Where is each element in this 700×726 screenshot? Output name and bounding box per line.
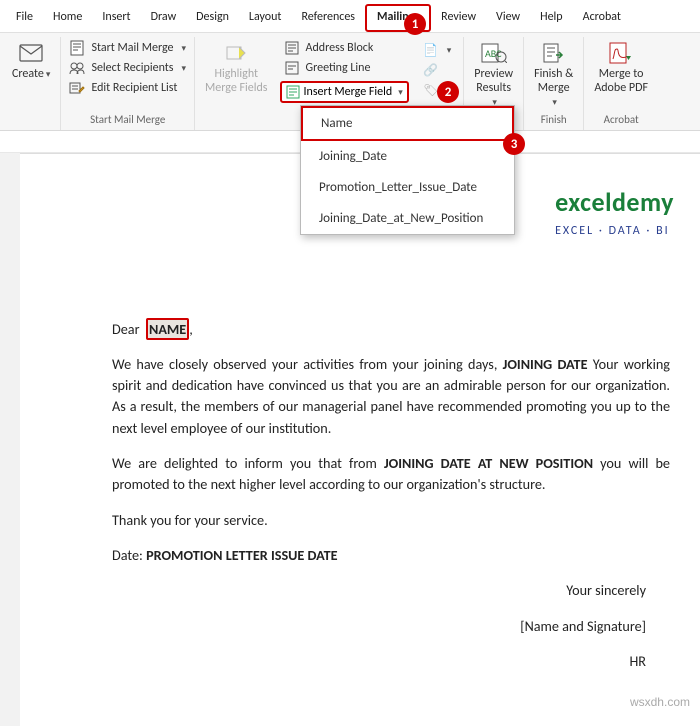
address-block-icon [284, 40, 300, 56]
vertical-ruler[interactable] [0, 153, 20, 726]
dropdown-item-joining_date[interactable]: Joining_Date [301, 141, 514, 172]
closing-signature: [Name and Signature] [112, 616, 670, 637]
insert-merge-field-label: Insert Merge Field [304, 85, 393, 99]
date-label: Date: [112, 546, 146, 564]
select-recipients-label: Select Recipients [91, 61, 173, 75]
menu-item-layout[interactable]: Layout [239, 6, 292, 30]
address-block-button[interactable]: Address Block [280, 39, 409, 57]
p2a: We are delighted to inform you that from [112, 454, 384, 472]
logo-title: exceldemy [555, 183, 674, 222]
highlight-label: Highlight Merge Fields [205, 67, 267, 96]
finish-label: Finish & Merge [534, 67, 573, 96]
menu-item-acrobat[interactable]: Acrobat [573, 6, 631, 30]
merge-field-icon [286, 85, 300, 99]
address-block-label: Address Block [306, 41, 374, 55]
start-mail-merge-button[interactable]: Start Mail Merge ▾ [65, 39, 190, 57]
callout-1: 1 [404, 13, 426, 35]
merge-adobe-button[interactable]: Merge to Adobe PDF [588, 39, 654, 111]
chevron-down-icon: ▾ [182, 63, 187, 74]
insert-merge-field-dropdown: NameJoining_DatePromotion_Letter_Issue_D… [300, 105, 515, 235]
logo-subtitle: EXCEL · DATA · BI [555, 222, 674, 240]
paragraph-2: We are delighted to inform you that from… [112, 453, 670, 496]
group-start-label: Start Mail Merge [65, 111, 190, 128]
merge-field-name[interactable]: NAME [146, 318, 189, 340]
preview-results-button[interactable]: ABC Preview Results ▾ [468, 39, 519, 111]
start-mail-merge-label: Start Mail Merge [91, 41, 173, 55]
preview-icon: ABC [480, 41, 508, 65]
comma: , [189, 320, 193, 338]
chevron-down-icon: ▾ [398, 87, 403, 98]
group-acrobat-label: Acrobat [588, 111, 654, 128]
callout-2: 2 [437, 81, 459, 103]
merge-field-joining-date: JOINING DATE [503, 355, 588, 373]
merge-field-issue-date: PROMOTION LETTER ISSUE DATE [146, 546, 338, 564]
group-create: Create▾ [2, 37, 61, 130]
dear-text: Dear [112, 320, 140, 338]
menu-item-draw[interactable]: Draw [141, 6, 187, 30]
menu-item-home[interactable]: Home [43, 6, 92, 30]
svg-text:ABC: ABC [485, 47, 502, 60]
merge-field-new-position-date: JOINING DATE AT NEW POSITION [384, 454, 593, 472]
greeting-line-button[interactable]: Greeting Line [280, 59, 409, 77]
dropdown-item-joining_date_at_new_position[interactable]: Joining_Date_at_New_Position [301, 203, 514, 234]
chevron-down-icon: ▾ [46, 69, 51, 80]
menu-item-references[interactable]: References [291, 6, 365, 30]
menu-item-file[interactable]: File [6, 6, 43, 30]
dropdown-item-name[interactable]: Name [301, 106, 514, 141]
highlight-icon [222, 41, 250, 65]
document-page[interactable]: exceldemy EXCEL · DATA · BI Dear NAME, W… [20, 153, 700, 726]
page-area: exceldemy EXCEL · DATA · BI Dear NAME, W… [0, 153, 700, 726]
create-label: Create [12, 67, 44, 81]
group-start-mail-merge: Start Mail Merge ▾ Select Recipients ▾ E… [61, 37, 195, 130]
pdf-icon [607, 41, 635, 65]
p1a: We have closely observed your activities… [112, 355, 503, 373]
match-icon: 🔗 [423, 62, 439, 78]
edit-recipient-list-button[interactable]: Edit Recipient List [65, 79, 190, 97]
group-finish-label: Finish [528, 111, 579, 128]
chevron-down-icon: ▾ [552, 98, 557, 109]
menu-item-help[interactable]: Help [530, 6, 573, 30]
group-create-label [6, 111, 56, 128]
paragraph-thanks: Thank you for your service. [112, 510, 670, 531]
greeting-line-label: Greeting Line [306, 61, 371, 75]
menu-item-design[interactable]: Design [186, 6, 239, 30]
chevron-down-icon: ▾ [447, 45, 452, 56]
create-button[interactable]: Create▾ [6, 39, 56, 111]
rules-icon: 📄 [423, 42, 439, 58]
envelope-icon [17, 41, 45, 65]
paragraph-1: We have closely observed your activities… [112, 354, 670, 439]
menu-item-insert[interactable]: Insert [92, 6, 140, 30]
rules-button[interactable]: 📄▾ [419, 41, 456, 59]
people-icon [69, 60, 85, 76]
greeting-icon [284, 60, 300, 76]
callout-3: 3 [503, 133, 525, 155]
menu-item-view[interactable]: View [486, 6, 530, 30]
finish-merge-button[interactable]: Finish & Merge ▾ [528, 39, 579, 111]
dropdown-item-promotion_letter_issue_date[interactable]: Promotion_Letter_Issue_Date [301, 172, 514, 203]
chevron-down-icon: ▾ [182, 43, 187, 54]
menu-item-review[interactable]: Review [431, 6, 486, 30]
closing-sincerely: Your sincerely [112, 580, 670, 601]
insert-merge-field-button[interactable]: Insert Merge Field ▾ [280, 81, 409, 103]
source-watermark: wsxdh.com [630, 695, 690, 709]
group-acrobat: Merge to Adobe PDF Acrobat [584, 37, 658, 130]
finish-icon [540, 41, 568, 65]
menu-bar: FileHomeInsertDrawDesignLayoutReferences… [0, 0, 700, 33]
edit-list-icon [69, 80, 85, 96]
select-recipients-button[interactable]: Select Recipients ▾ [65, 59, 190, 77]
document-icon [69, 40, 85, 56]
highlight-merge-fields-button: Highlight Merge Fields [199, 39, 273, 111]
match-fields-button: 🔗 [419, 61, 456, 79]
preview-label: Preview Results [474, 67, 513, 96]
watermark-logo: exceldemy EXCEL · DATA · BI [555, 183, 674, 240]
merge-adobe-label: Merge to Adobe PDF [594, 67, 648, 96]
date-line: Date: PROMOTION LETTER ISSUE DATE [112, 545, 670, 566]
group-finish: Finish & Merge ▾ Finish [524, 37, 584, 130]
edit-recipient-list-label: Edit Recipient List [91, 81, 177, 95]
salutation-line: Dear NAME, [112, 319, 670, 340]
closing-hr: HR [112, 651, 670, 672]
